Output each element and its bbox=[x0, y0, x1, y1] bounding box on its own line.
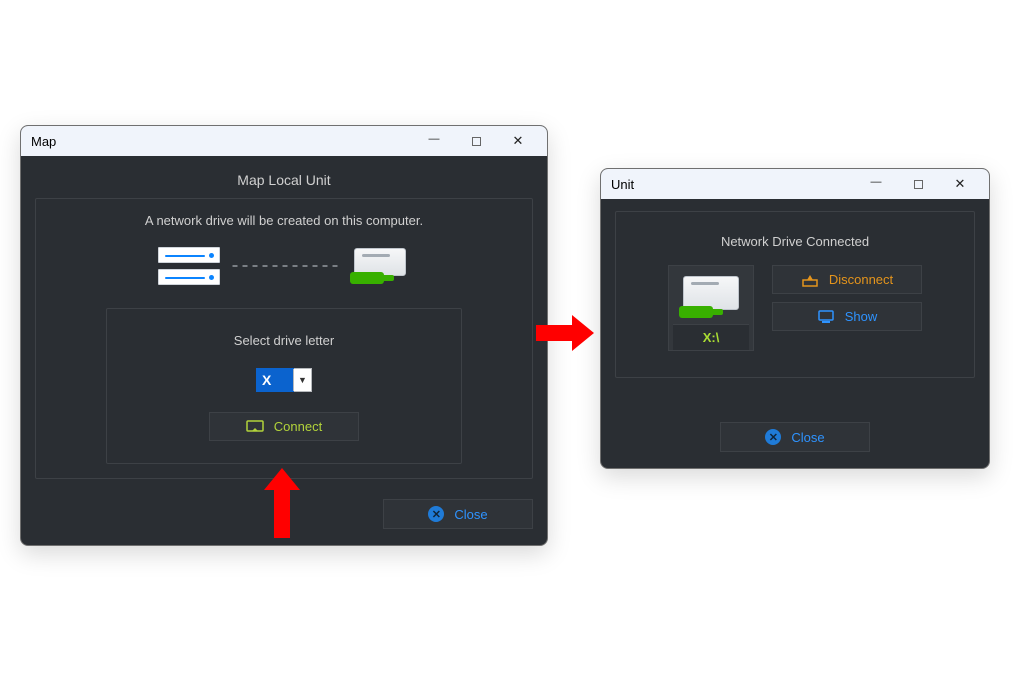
map-close-button[interactable]: ✕ Close bbox=[383, 499, 533, 529]
annotation-arrow-right bbox=[536, 315, 594, 351]
maximize-button[interactable] bbox=[897, 180, 939, 189]
disconnect-label: Disconnect bbox=[829, 272, 893, 287]
drive-letter-label: X:\ bbox=[673, 324, 749, 350]
select-drive-label: Select drive letter bbox=[234, 333, 334, 348]
show-button[interactable]: Show bbox=[772, 302, 922, 331]
unit-close-button[interactable]: ✕ Close bbox=[720, 422, 870, 452]
connect-button[interactable]: Connect bbox=[209, 412, 359, 441]
annotation-arrow-up bbox=[264, 468, 300, 538]
disconnect-button[interactable]: Disconnect bbox=[772, 265, 922, 294]
map-window-title: Map bbox=[31, 134, 56, 149]
map-close-label: Close bbox=[454, 507, 487, 522]
monitor-icon bbox=[817, 310, 835, 324]
minimize-button[interactable] bbox=[413, 135, 455, 147]
minimize-button[interactable] bbox=[855, 178, 897, 190]
server-icon bbox=[158, 246, 220, 286]
unit-panel: Network Drive Connected X:\ bbox=[615, 211, 975, 378]
unit-dialog: Unit Network Drive Connected X:\ bbox=[600, 168, 990, 469]
show-label: Show bbox=[845, 309, 878, 324]
connection-dots-icon bbox=[230, 264, 340, 268]
connect-button-label: Connect bbox=[274, 419, 322, 434]
unit-window-title: Unit bbox=[611, 177, 634, 192]
drive-icon bbox=[679, 274, 743, 320]
unit-titlebar: Unit bbox=[601, 169, 989, 199]
drive-card: X:\ bbox=[668, 265, 754, 351]
connection-illustration bbox=[50, 246, 518, 286]
drive-select-panel: Select drive letter X ▼ Connect bbox=[106, 308, 462, 464]
close-icon: ✕ bbox=[765, 429, 781, 445]
eject-icon bbox=[801, 273, 819, 287]
map-titlebar: Map bbox=[21, 126, 547, 156]
drive-icon bbox=[350, 246, 410, 286]
connect-icon bbox=[246, 420, 264, 434]
unit-heading: Network Drive Connected bbox=[630, 234, 960, 249]
drive-letter-value: X bbox=[257, 369, 293, 391]
maximize-button[interactable] bbox=[455, 137, 497, 146]
map-heading: Map Local Unit bbox=[35, 172, 533, 188]
map-panel: A network drive will be created on this … bbox=[35, 198, 533, 479]
close-window-button[interactable] bbox=[497, 133, 539, 149]
chevron-down-icon[interactable]: ▼ bbox=[293, 369, 311, 391]
drive-letter-combo[interactable]: X ▼ bbox=[256, 368, 312, 392]
map-description: A network drive will be created on this … bbox=[50, 213, 518, 228]
unit-close-label: Close bbox=[791, 430, 824, 445]
close-window-button[interactable] bbox=[939, 176, 981, 192]
close-icon: ✕ bbox=[428, 506, 444, 522]
